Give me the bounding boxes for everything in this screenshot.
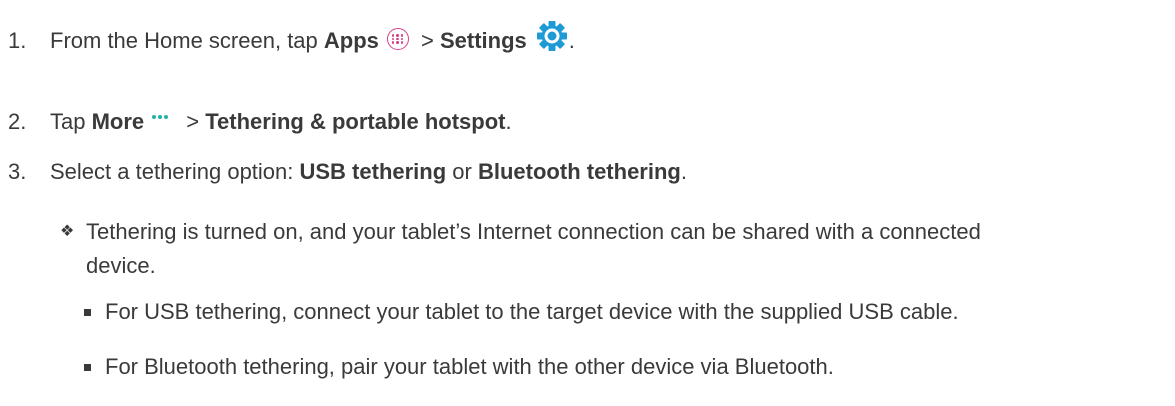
step-end: . bbox=[568, 28, 575, 53]
step-number: 2. bbox=[8, 109, 27, 134]
step-1: 1. From the Home screen, tap Apps > Setti… bbox=[8, 20, 575, 59]
step-end: . bbox=[505, 109, 512, 134]
more-dots-icon bbox=[152, 98, 170, 126]
apps-label: Apps bbox=[323, 28, 379, 53]
step-number: 1. bbox=[8, 28, 27, 53]
usb-tethering-label: USB tethering bbox=[299, 159, 447, 184]
step-separator: > bbox=[180, 109, 206, 134]
step-text: Tap bbox=[50, 109, 92, 134]
settings-label: Settings bbox=[439, 28, 527, 53]
gear-icon bbox=[535, 20, 569, 59]
bluetooth-tethering-instruction: For Bluetooth tethering, pair your table… bbox=[105, 354, 834, 379]
step-text: Select a tethering option: bbox=[50, 159, 300, 184]
tethering-hotspot-label: Tethering & portable hotspot bbox=[205, 109, 506, 134]
step-text: From the Home screen, tap bbox=[50, 28, 324, 53]
bluetooth-tethering-label: Bluetooth tethering bbox=[477, 159, 681, 184]
usb-tethering-instruction: For USB tethering, connect your tablet t… bbox=[105, 299, 959, 324]
square-bullet-icon bbox=[84, 309, 91, 316]
step-2: 2. Tap More > Tethering & portable hotspo… bbox=[8, 98, 512, 136]
step-separator: or bbox=[446, 159, 478, 184]
more-label: More bbox=[91, 109, 145, 134]
step-end: . bbox=[680, 159, 687, 184]
square-bullet-icon bbox=[84, 364, 91, 371]
result-text-line-2: device. bbox=[86, 253, 156, 278]
step-number: 3. bbox=[8, 159, 27, 184]
result-bullet-icon: ❖ bbox=[60, 223, 75, 240]
apps-icon bbox=[386, 28, 409, 50]
result-text-line-1: Tethering is turned on, and your tablet’… bbox=[86, 219, 981, 244]
step-separator: > bbox=[414, 28, 440, 53]
step-3: 3. Select a tethering option: USB tetheri… bbox=[8, 158, 687, 186]
